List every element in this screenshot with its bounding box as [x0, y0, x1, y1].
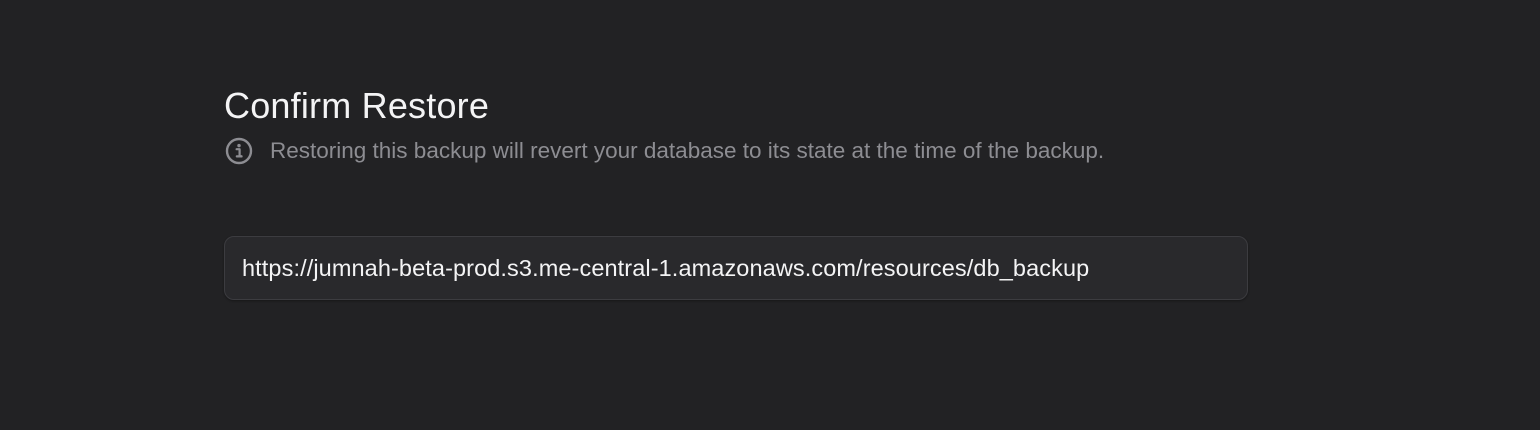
- confirm-restore-panel: Confirm Restore Restoring this backup wi…: [224, 84, 1250, 300]
- info-note: Restoring this backup will revert your d…: [224, 136, 1250, 166]
- page-title: Confirm Restore: [224, 85, 490, 126]
- backup-url-input[interactable]: [242, 254, 1247, 282]
- info-text: Restoring this backup will revert your d…: [270, 138, 1105, 163]
- info-circle-icon: [224, 136, 254, 166]
- backup-url-field[interactable]: [224, 236, 1248, 300]
